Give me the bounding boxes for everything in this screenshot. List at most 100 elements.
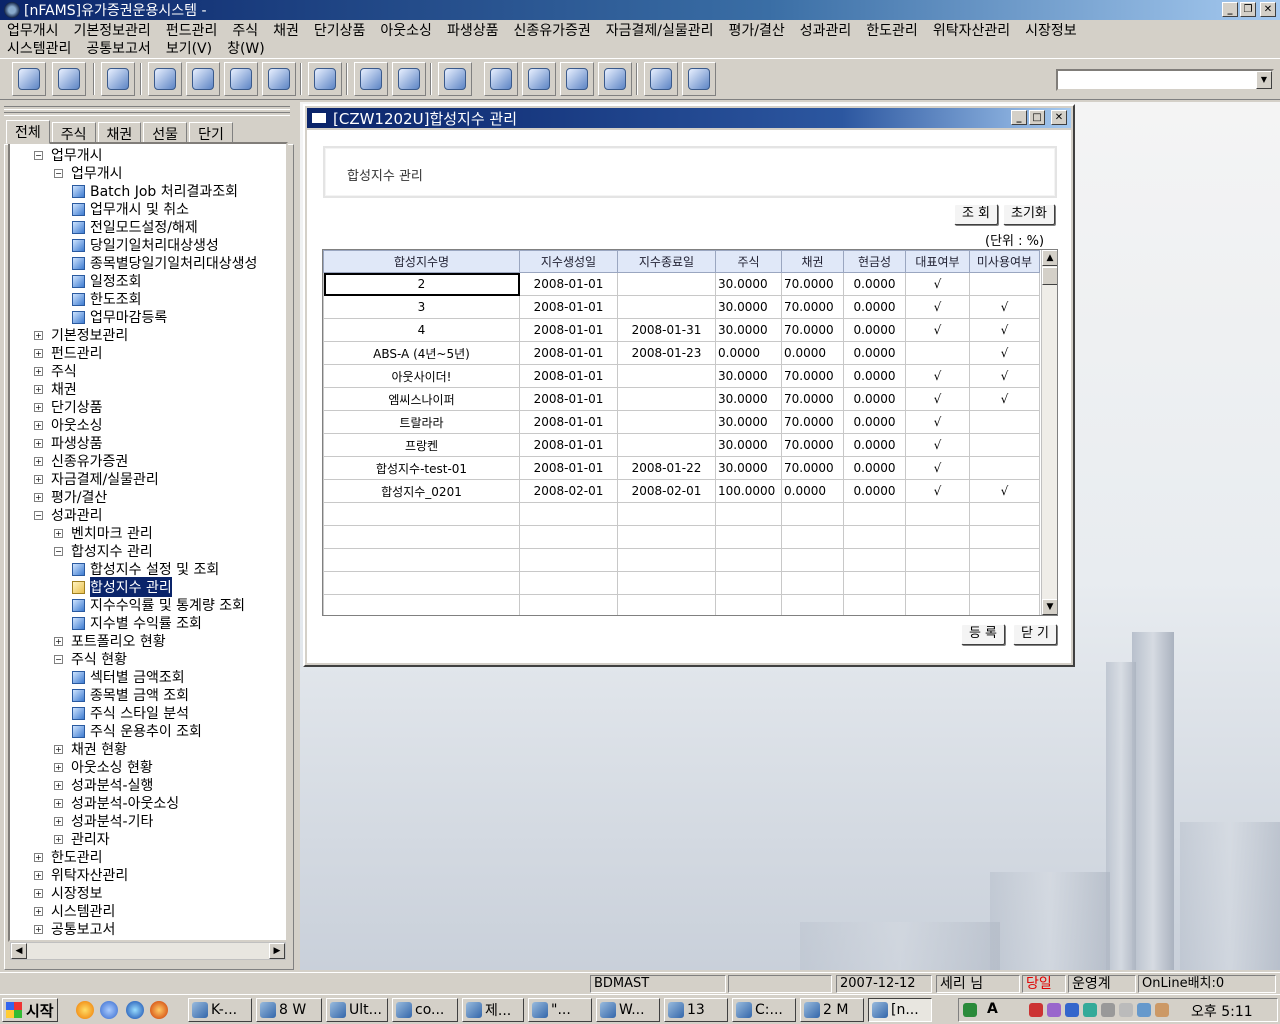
table-cell[interactable]: 100.0000 [715,479,782,503]
timer-toolbar-button[interactable] [354,62,388,96]
table-row[interactable]: 아웃사이더! 2008-01-01 30.0000 70.0000 0.0000 √ √ [323,364,1040,388]
expand-icon[interactable]: + [34,456,43,466]
table-cell[interactable] [323,571,520,595]
table-cell[interactable] [969,272,1040,296]
table-cell[interactable] [519,594,618,615]
tray-app-icon-8[interactable] [1155,1003,1169,1017]
child-minimize-button[interactable]: _ [1011,110,1027,125]
table-cell[interactable]: 30.0000 [715,410,782,434]
tree-folder-item[interactable]: + 주식 [34,362,77,380]
table-cell[interactable]: 70.0000 [781,272,844,296]
table-cell[interactable]: 0.0000 [843,341,906,365]
table-cell[interactable]: 프랑켄 [323,433,520,457]
expand-icon[interactable]: + [34,384,43,394]
table-cell[interactable]: 합성지수_0201 [323,479,520,503]
table-cell[interactable]: 2008-02-01 [519,479,618,503]
scroll-thumb[interactable] [1042,267,1057,285]
expand-icon[interactable]: + [34,924,43,934]
table-cell[interactable]: 2008-01-23 [617,341,716,365]
table-cell[interactable]: √ [905,272,970,296]
collapse-icon[interactable]: − [54,168,63,178]
query-button[interactable]: 조 회 [954,204,998,225]
table-row[interactable]: 2 2008-01-01 30.0000 70.0000 0.0000 √ [323,272,1040,296]
table-cell[interactable] [843,502,906,526]
tree-folder-item[interactable]: + 기본정보관리 [34,326,128,344]
table-cell[interactable]: 2008-01-01 [519,433,618,457]
table-cell[interactable]: 합성지수-test-01 [323,456,520,480]
taskbar-task[interactable]: [n... [868,998,932,1022]
quicklaunch-outlook-icon[interactable] [76,1001,94,1019]
table-cell[interactable]: ABS-A (4년~5년) [323,341,520,365]
menu-item[interactable]: 펀드관리 [159,20,226,39]
search-toolbar-button[interactable] [438,62,472,96]
table-cell[interactable]: 2008-01-31 [617,318,716,342]
tree-leaf-item[interactable]: Batch Job 처리결과조회 [72,182,238,200]
sidebar-tab[interactable]: 선물 [143,122,188,144]
table-cell[interactable] [969,502,1040,526]
table-cell[interactable]: 아웃사이더! [323,364,520,388]
expand-icon[interactable]: + [54,816,63,826]
table-cell[interactable] [781,525,844,549]
scroll-left-icon[interactable]: ◀ [11,943,27,959]
table-cell[interactable]: 0.0000 [843,433,906,457]
menu-item[interactable]: 공통보고서 [79,38,158,57]
tree-leaf-item[interactable]: 한도조회 [72,290,142,308]
tray-app-icon-4[interactable] [1083,1003,1097,1017]
tree-folder-item[interactable]: + 채권 [34,380,77,398]
table-row[interactable] [323,548,1040,572]
taskbar-task[interactable]: 8 W [256,998,322,1022]
expand-icon[interactable]: + [54,528,63,538]
table-cell[interactable]: 0.0000 [843,295,906,319]
tree-folder-item[interactable]: + 위탁자산관리 [34,866,128,884]
table-cell[interactable]: 2008-01-01 [519,456,618,480]
scroll-right-icon[interactable]: ▶ [269,943,285,959]
lock-toolbar-button[interactable] [12,62,46,96]
table-cell[interactable] [715,594,782,615]
table-cell[interactable]: 0.0000 [843,456,906,480]
table-cell[interactable] [781,571,844,595]
taskbar-task[interactable]: W... [596,998,660,1022]
sidebar-tab[interactable]: 전체 [6,120,50,144]
tree-leaf-item[interactable]: 합성지수 설정 및 조회 [72,560,219,578]
table-cell[interactable]: 엠씨스나이퍼 [323,387,520,411]
collapse-icon[interactable]: − [54,546,63,556]
menu-item[interactable]: 채권 [266,20,307,39]
table-cell[interactable]: 2008-01-01 [519,341,618,365]
globe-toolbar-button[interactable] [148,62,182,96]
menu-item[interactable]: 단기상품 [307,20,374,39]
tray-app-icon-2[interactable] [1047,1003,1061,1017]
table-cell[interactable]: 0.0000 [843,272,906,296]
collapse-icon[interactable]: − [34,510,43,520]
help-toolbar-button[interactable] [598,62,632,96]
tree-folder-item[interactable]: + 채권 현황 [54,740,127,758]
expand-icon[interactable]: + [34,348,43,358]
tree-leaf-item[interactable]: 당일기일처리대상생성 [72,236,219,254]
column-header[interactable]: 지수종료일 [617,250,716,273]
collapse-icon[interactable]: − [34,150,43,160]
table-cell[interactable]: 30.0000 [715,272,782,296]
tree-folder-item[interactable]: + 단기상품 [34,398,103,416]
expand-icon[interactable]: + [54,762,63,772]
table-cell[interactable] [969,456,1040,480]
table-cell[interactable]: 2008-01-01 [519,364,618,388]
table-cell[interactable] [323,594,520,615]
taskbar-task[interactable]: C:... [732,998,796,1022]
tree-leaf-item[interactable]: 업무개시 및 취소 [72,200,189,218]
restore-button[interactable]: ❐ [1240,2,1256,17]
menu-item[interactable]: 파생상품 [440,20,507,39]
table-cell[interactable]: √ [969,364,1040,388]
table-cell[interactable]: √ [905,387,970,411]
table-cell[interactable] [323,502,520,526]
tree-folder-item[interactable]: + 시장정보 [34,884,103,902]
taskbar-task[interactable]: co... [392,998,458,1022]
table-row[interactable]: 합성지수-test-01 2008-01-01 2008-01-22 30.0000 7… [323,456,1040,480]
tree-leaf-item[interactable]: 업무마감등록 [72,308,167,326]
tree-folder-item[interactable]: + 벤치마크 관리 [54,524,153,542]
tree-leaf-item[interactable]: 종목별당일기일처리대상생성 [72,254,257,272]
quicklaunch-ie-icon[interactable] [126,1001,144,1019]
table-cell[interactable] [969,525,1040,549]
tree-leaf-item[interactable]: 주식 스타일 분석 [72,704,189,722]
table-cell[interactable] [843,571,906,595]
tray-ime-label[interactable]: A [987,1001,998,1017]
table-cell[interactable]: 2008-02-01 [617,479,716,503]
